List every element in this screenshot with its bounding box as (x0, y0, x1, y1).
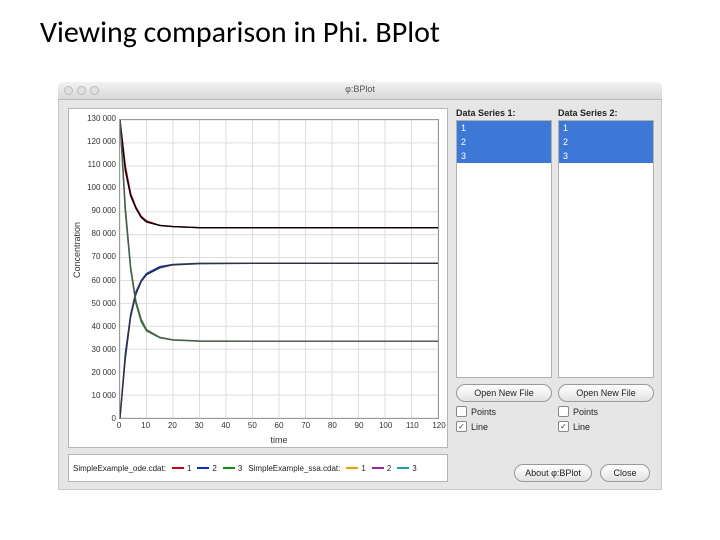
list-item[interactable]: 2 (457, 135, 551, 149)
window-content: Concentration time 010 00020 00030 00040… (58, 100, 662, 490)
legend-swatch-4 (346, 467, 358, 469)
x-tick: 110 (406, 421, 419, 430)
y-tick: 20 000 (73, 368, 119, 377)
y-tick: 80 000 (73, 229, 119, 238)
panel-header: Data Series 1: (456, 108, 552, 118)
legend-label: 2 (212, 464, 216, 473)
legend-file-2: SimpleExample_ssa.cdat: (248, 464, 340, 473)
list-item[interactable]: 3 (559, 149, 653, 163)
panel-header: Data Series 2: (558, 108, 654, 118)
legend-file-1: SimpleExample_ode.cdat: (73, 464, 166, 473)
x-tick: 70 (301, 421, 310, 430)
y-tick: 90 000 (73, 206, 119, 215)
app-window: φ:BPlot Concentration time 010 00020 000… (58, 82, 662, 490)
legend-swatch-6 (397, 467, 409, 469)
legend-label: 1 (361, 464, 365, 473)
y-tick: 100 000 (73, 183, 119, 192)
window-titlebar: φ:BPlot (58, 82, 662, 100)
x-tick: 40 (221, 421, 230, 430)
line-checkbox[interactable] (456, 421, 467, 432)
close-button[interactable]: Close (600, 464, 650, 482)
legend-swatch-3 (223, 467, 235, 469)
y-tick: 0 (73, 414, 119, 423)
x-tick: 50 (248, 421, 257, 430)
points-checkbox[interactable] (456, 406, 467, 417)
x-tick: 120 (432, 421, 445, 430)
plot-frame: Concentration time 010 00020 00030 00040… (68, 108, 448, 448)
window-title: φ:BPlot (58, 84, 662, 94)
points-checkbox[interactable] (558, 406, 569, 417)
checkbox-label: Points (573, 407, 598, 417)
open-new-file-button[interactable]: Open New File (558, 384, 654, 402)
y-tick: 70 000 (73, 252, 119, 261)
legend-label: 3 (412, 464, 416, 473)
series-list-2[interactable]: 1 2 3 (558, 120, 654, 378)
x-tick: 10 (141, 421, 150, 430)
legend-label: 2 (387, 464, 391, 473)
data-series-1-panel: Data Series 1: 1 2 3 Open New File Point… (456, 108, 552, 432)
list-item[interactable]: 1 (559, 121, 653, 135)
x-tick: 0 (117, 421, 121, 430)
series-list-1[interactable]: 1 2 3 (456, 120, 552, 378)
list-item[interactable]: 1 (457, 121, 551, 135)
list-item[interactable]: 3 (457, 149, 551, 163)
legend-swatch-5 (372, 467, 384, 469)
y-tick: 120 000 (73, 137, 119, 146)
legend-label: 1 (187, 464, 191, 473)
y-tick: 60 000 (73, 276, 119, 285)
list-item[interactable]: 2 (559, 135, 653, 149)
legend-label: 3 (238, 464, 242, 473)
x-tick: 80 (328, 421, 337, 430)
x-tick: 60 (275, 421, 284, 430)
x-tick: 90 (355, 421, 364, 430)
y-tick: 50 000 (73, 299, 119, 308)
checkbox-label: Line (573, 422, 590, 432)
y-tick: 130 000 (73, 114, 119, 123)
data-series-2-panel: Data Series 2: 1 2 3 Open New File Point… (558, 108, 654, 432)
y-tick: 110 000 (73, 160, 119, 169)
line-checkbox[interactable] (558, 421, 569, 432)
legend-swatch-2 (197, 467, 209, 469)
x-tick: 20 (168, 421, 177, 430)
x-axis-label: time (119, 435, 439, 445)
y-tick: 30 000 (73, 345, 119, 354)
plot-area (119, 119, 439, 419)
x-tick: 30 (195, 421, 204, 430)
plot-svg (120, 120, 438, 418)
y-tick: 40 000 (73, 322, 119, 331)
footer-buttons: About φ:BPlot Close (514, 458, 650, 482)
slide-title: Viewing comparison in Phi. BPlot (0, 0, 720, 51)
y-tick: 10 000 (73, 391, 119, 400)
checkbox-label: Line (471, 422, 488, 432)
checkbox-label: Points (471, 407, 496, 417)
legend-box: SimpleExample_ode.cdat: 1 2 3 SimpleExam… (68, 454, 448, 482)
about-button[interactable]: About φ:BPlot (514, 464, 592, 482)
open-new-file-button[interactable]: Open New File (456, 384, 552, 402)
legend-swatch-1 (172, 467, 184, 469)
x-tick: 100 (379, 421, 392, 430)
